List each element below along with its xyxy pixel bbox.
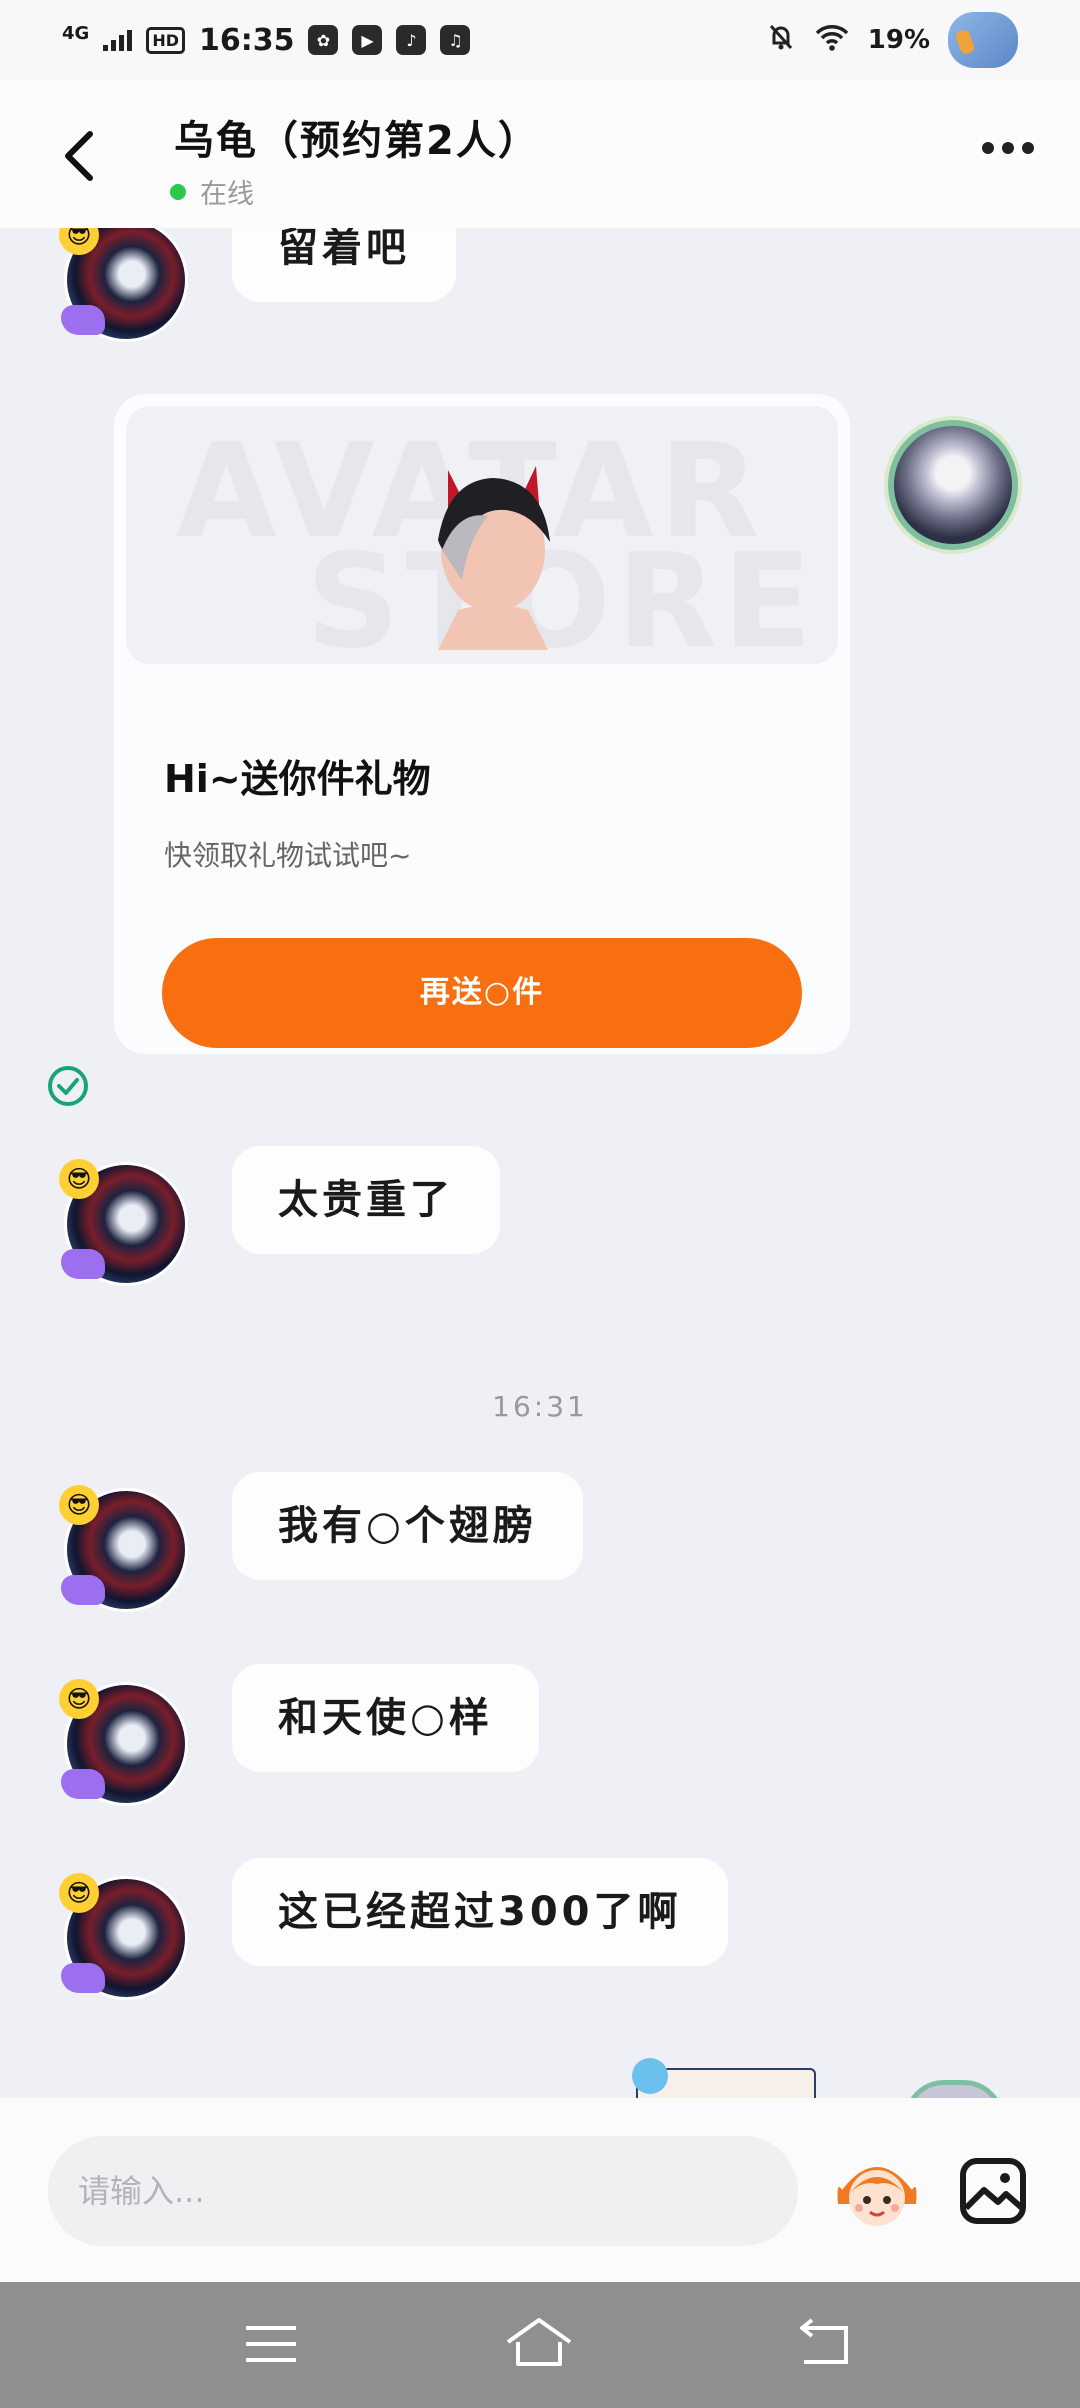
wechat-icon: ✿ (308, 25, 339, 55)
chat-area[interactable]: 😎 留着吧 AVATAR STORE Hi~送你件礼物 快领取礼物试试吧~ 再送… (0, 228, 1080, 2098)
self-avatar (904, 2080, 1004, 2098)
home-button[interactable] (504, 2312, 574, 2376)
self-avatar[interactable] (888, 420, 1018, 550)
message-bubble[interactable]: 太贵重了 (232, 1146, 500, 1254)
hd-badge: HD (146, 26, 185, 54)
image-button[interactable] (958, 2156, 1028, 2226)
sunglasses-emoji-icon: 😎 (59, 1873, 99, 1913)
online-dot (170, 183, 186, 200)
more-dot (1002, 142, 1014, 154)
emoji-sticker-icon (837, 2167, 917, 2226)
system-nav-bar (0, 2282, 1080, 2408)
sunglasses-emoji-icon: 😎 (59, 228, 99, 255)
back-nav-button[interactable] (790, 2312, 860, 2376)
send-another-gift-button[interactable]: 再送○件 (162, 938, 802, 1048)
contact-avatar[interactable]: 😎 (59, 1873, 188, 2000)
message-bubble[interactable]: 和天使○样 (232, 1664, 539, 1772)
mute-bell-icon (766, 22, 796, 59)
chat-header: 乌龟（预约第2人） 在线 (0, 80, 1080, 228)
back-button[interactable] (56, 126, 106, 186)
chat-title: 乌龟（预约第2人） (174, 118, 540, 164)
gift-image: AVATAR STORE (126, 406, 838, 664)
status-bar: 4G HD 16:35 ✿ ▶ ♪ ♫ 19% (0, 0, 1080, 80)
message-bubble[interactable]: 我有○个翅膀 (232, 1472, 583, 1580)
gift-subtitle: 快领取礼物试试吧~ (164, 839, 412, 872)
tiktok-icon: ♪ (396, 25, 427, 55)
contact-avatar[interactable]: 😎 (59, 1485, 188, 1612)
image-icon (960, 2158, 1026, 2224)
video-app-icon: ▶ (352, 25, 383, 55)
online-label: 在线 (200, 179, 254, 210)
home-icon (506, 2318, 572, 2366)
sunglasses-emoji-icon: 😎 (59, 1485, 99, 1525)
status-right: 19% (766, 12, 1018, 68)
network-type: 4G (62, 23, 90, 44)
avatar-head-gift-icon (438, 466, 550, 650)
status-left: 4G HD 16:35 ✿ ▶ ♪ ♫ (62, 22, 471, 58)
input-bar (0, 2098, 1080, 2282)
music-app-icon: ♫ (440, 25, 471, 55)
check-circle-icon (48, 1066, 88, 1106)
back-arrow-icon (65, 131, 93, 181)
menu-icon (246, 2326, 296, 2362)
menu-button[interactable] (236, 2312, 306, 2376)
online-status: 在线 (170, 172, 254, 211)
contact-avatar[interactable]: 😎 (59, 1159, 188, 1286)
back-nav-icon (800, 2318, 848, 2364)
sunglasses-emoji-icon: 😎 (59, 1679, 99, 1719)
gift-title: Hi~送你件礼物 (164, 757, 431, 801)
avatar-decoration (61, 1249, 105, 1279)
contact-avatar[interactable]: 😎 (59, 1679, 188, 1806)
contact-avatar[interactable]: 😎 (59, 228, 188, 342)
avatar-decoration (61, 1963, 105, 1993)
avatar-decoration (61, 1769, 105, 1799)
message-bubble[interactable]: 留着吧 (232, 228, 456, 302)
message-input[interactable] (48, 2136, 798, 2246)
message-bubble[interactable]: 这已经超过300了啊 (232, 1858, 728, 1966)
sunglasses-emoji-icon: 😎 (59, 1159, 99, 1199)
battery-text: 19% (867, 25, 930, 55)
avatar-decoration (61, 305, 105, 335)
signal-icon (103, 29, 133, 51)
battery-decoration-icon (948, 12, 1018, 68)
timestamp: 16:31 (492, 1390, 588, 1423)
emoji-sticker-button[interactable] (832, 2150, 922, 2236)
wifi-icon (814, 23, 850, 58)
more-button[interactable] (982, 142, 1034, 154)
avatar-decoration (61, 1575, 105, 1605)
more-dot (982, 142, 994, 154)
more-dot (1022, 142, 1034, 154)
clock: 16:35 (198, 22, 295, 58)
gift-card[interactable]: AVATAR STORE Hi~送你件礼物 快领取礼物试试吧~ 再送○件 (114, 394, 850, 1054)
partial-sticker-icon (632, 2058, 668, 2094)
